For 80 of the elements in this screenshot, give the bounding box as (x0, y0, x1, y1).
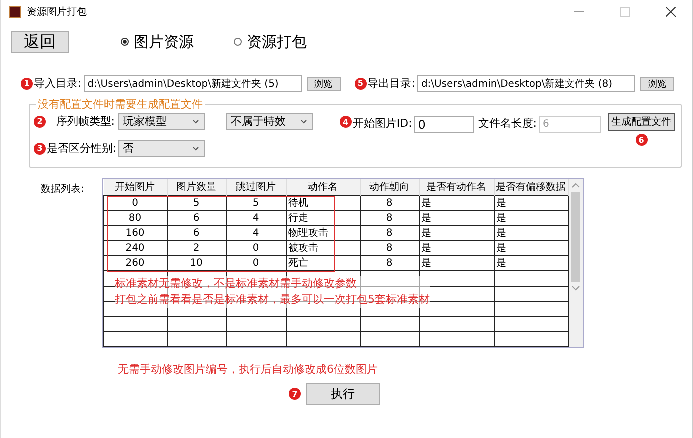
column-header[interactable]: 图片数量 (167, 179, 226, 196)
browse-button[interactable]: 浏览 (640, 76, 674, 90)
dropdown[interactable]: 否 (118, 140, 205, 157)
table-cell: 是 (494, 256, 568, 271)
column-header[interactable]: 跳过图片 (226, 179, 286, 196)
annotation-text: 标准素材无需修改，不是标准素材需手动修改参数 (115, 276, 430, 292)
table-cell: 是 (419, 256, 494, 271)
column-header[interactable]: 是否有偏移数据 (494, 179, 568, 196)
table-cell: 0 (226, 240, 286, 256)
table-cell: 0 (226, 256, 286, 271)
field-label: 文件名长度: (478, 116, 537, 131)
number-badge: 1 (21, 78, 33, 90)
group-title: 没有配置文件时需要生成配置文件 (36, 97, 205, 112)
table-cell: 是 (494, 240, 568, 256)
column-header[interactable]: 开始图片 (104, 179, 167, 196)
table-cell: 6 (167, 226, 226, 241)
caret-icon (301, 120, 307, 124)
table-cell: 8 (360, 196, 419, 211)
execute-button[interactable]: 执行 (306, 383, 380, 405)
table-cell: 是 (419, 240, 494, 256)
table-cell: 10 (167, 256, 226, 271)
number-badge: 5 (354, 78, 367, 90)
caret-icon (193, 146, 199, 150)
field-label: 序列帧类型: (55, 114, 115, 129)
annotation-text: 打包之前需看看是否是标准素材，最多可以一次打包5套标准素材 (115, 292, 430, 308)
browse-button[interactable]: 浏览 (306, 76, 341, 90)
table-cell: 行走 (286, 210, 360, 226)
radio-label: 图片资源 (134, 32, 194, 52)
radio-label: 资源打包 (247, 32, 307, 52)
number-badge: 3 (34, 142, 46, 154)
path-field[interactable]: d:\Users\admin\Desktop\新建文件夹 (8) (417, 75, 636, 92)
app-icon (9, 6, 21, 18)
scrollbar[interactable] (568, 179, 582, 347)
field-label: 开始图片ID: (352, 116, 412, 131)
table-cell: 8 (360, 256, 419, 271)
number-badge: 4 (340, 116, 352, 128)
field-label: 数据列表: (41, 182, 86, 197)
table-cell: 160 (104, 226, 167, 241)
table-cell: 240 (104, 240, 167, 256)
back-button[interactable]: 返回 (11, 31, 69, 53)
column-header[interactable]: 是否有动作名 (419, 179, 494, 196)
table-cell: 4 (226, 210, 286, 226)
table-cell: 死亡 (286, 256, 360, 271)
close-icon[interactable] (666, 7, 676, 17)
note-text: 无需手动修改图片编号，执行后自动修改成6位数图片 (117, 362, 379, 377)
table-cell: 80 (104, 210, 167, 226)
table-cell: 260 (104, 256, 167, 271)
table-cell: 8 (360, 226, 419, 241)
radio-button[interactable] (121, 38, 129, 46)
table-cell: 2 (167, 240, 226, 256)
window-title: 资源图片打包 (27, 6, 87, 19)
id-field[interactable]: 0 (414, 116, 474, 133)
table-cell: 物理攻击 (286, 226, 360, 241)
caret-icon (193, 120, 199, 124)
path-field[interactable]: d:\Users\admin\Desktop\新建文件夹 (5) (84, 75, 302, 92)
number-badge: 6 (636, 134, 648, 146)
table-cell: 是 (419, 196, 494, 211)
dropdown[interactable]: 不属于特效 (226, 113, 313, 130)
table-cell: 是 (494, 196, 568, 211)
field-label: 导入目录: (34, 76, 82, 91)
table-cell: 8 (360, 240, 419, 256)
table-cell: 6 (167, 210, 226, 226)
field-label: 是否区分性别: (47, 141, 115, 156)
table-cell: 是 (419, 210, 494, 226)
column-header[interactable]: 动作名 (286, 179, 360, 196)
field-label: 导出目录: (368, 76, 416, 91)
generate-button[interactable]: 生成配置文件 (608, 113, 675, 131)
table-cell: 4 (226, 226, 286, 241)
table-cell: 被攻击 (286, 240, 360, 256)
table-cell: 是 (419, 226, 494, 241)
radio-button[interactable] (234, 38, 242, 46)
scroll-down-icon[interactable] (572, 286, 580, 291)
table-cell: 是 (494, 210, 568, 226)
column-header[interactable]: 动作朝向 (360, 179, 419, 196)
number-badge: 2 (34, 116, 46, 128)
scroll-up-icon[interactable] (572, 183, 580, 188)
dropdown[interactable]: 玩家模型 (118, 113, 205, 130)
table-cell: 是 (494, 226, 568, 241)
number-badge: 7 (289, 388, 301, 400)
table-cell: 8 (360, 210, 419, 226)
